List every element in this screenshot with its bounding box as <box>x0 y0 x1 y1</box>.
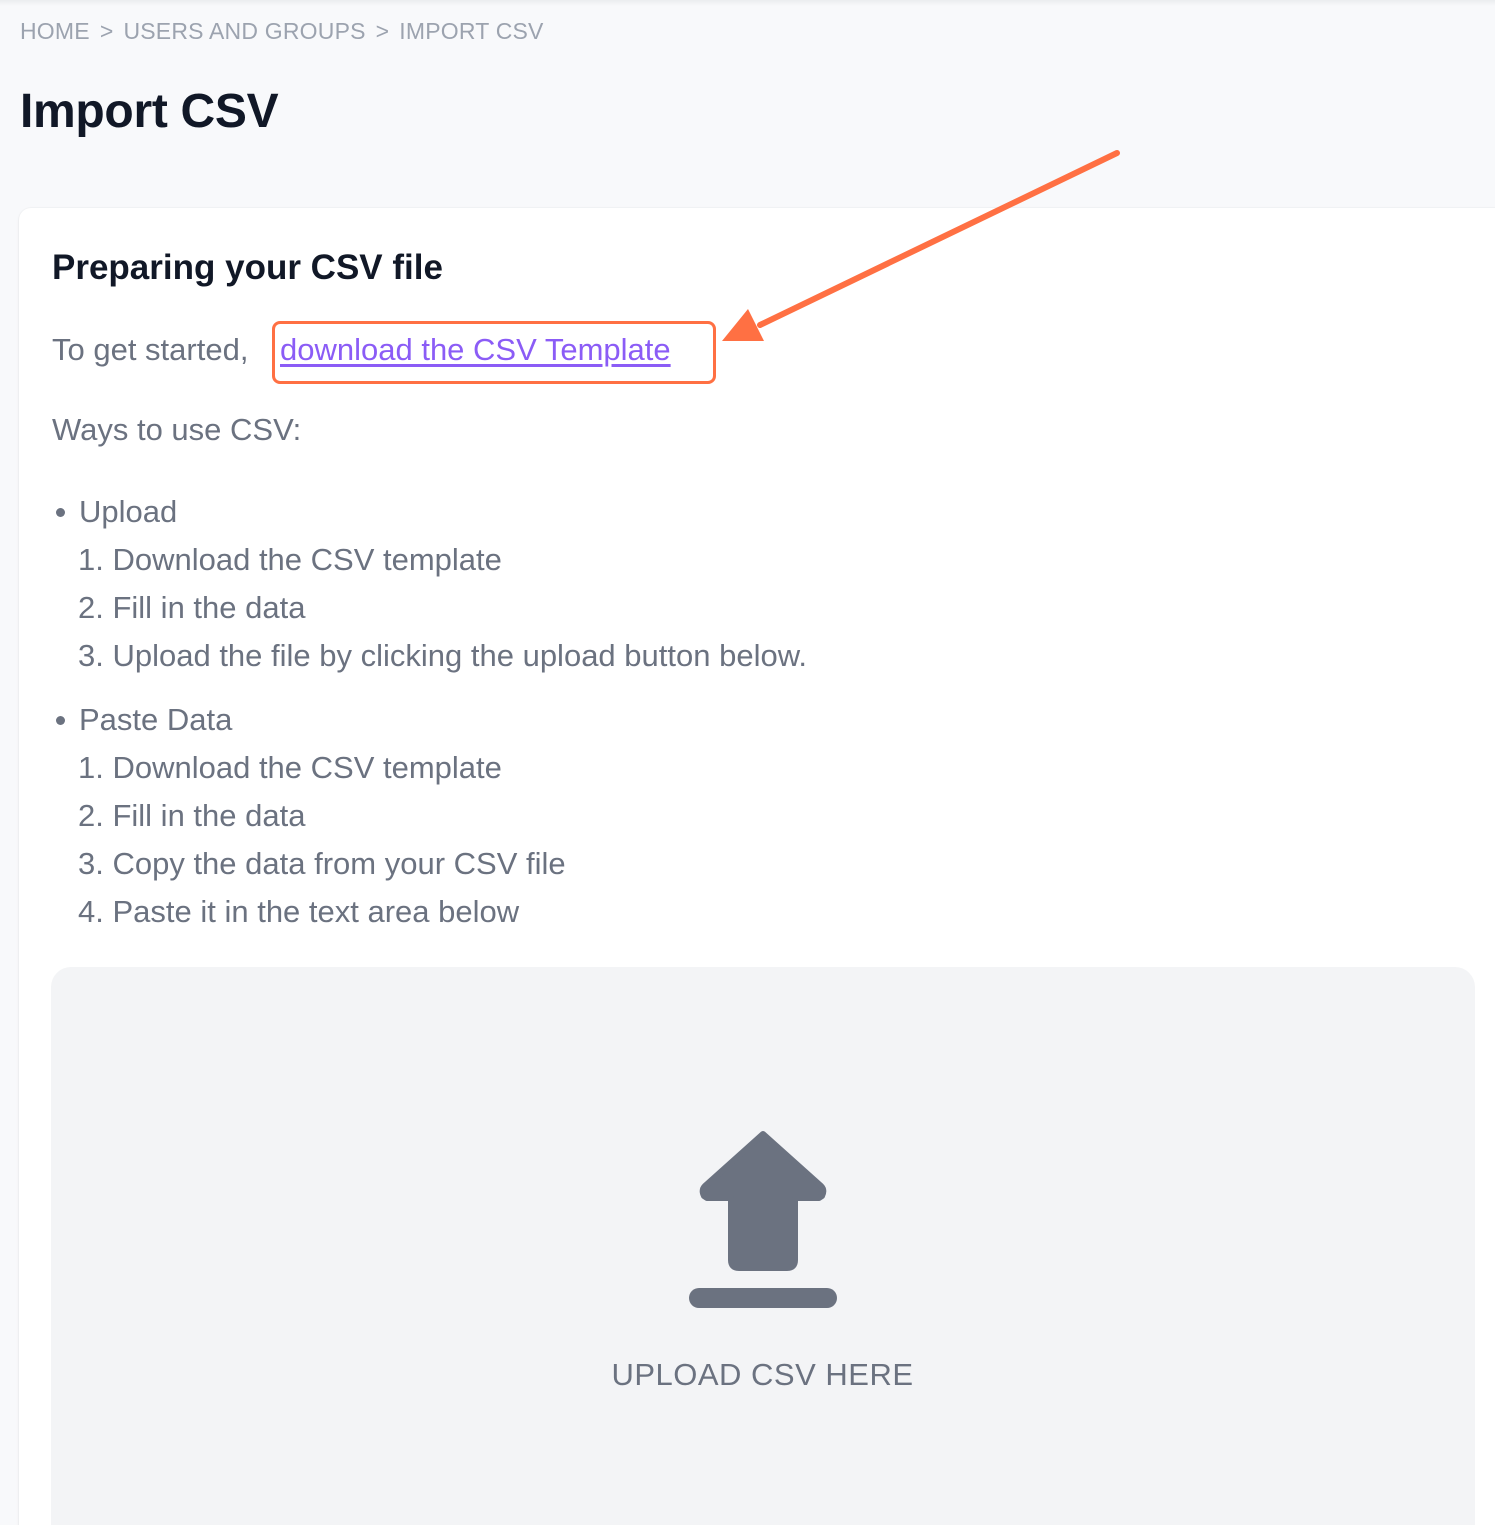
bullet-icon <box>56 507 65 517</box>
list-item: 1. Download the CSV template <box>78 750 502 785</box>
breadcrumb-item-import-csv: IMPORT CSV <box>399 18 544 44</box>
breadcrumb-separator: > <box>99 18 114 44</box>
list-item: 3. Upload the file by clicking the uploa… <box>78 638 807 673</box>
method-paste-data: Paste Data 1. Download the CSV template … <box>52 696 566 936</box>
list-item: 4. Paste it in the text area below <box>78 894 520 929</box>
method-bullet: Upload <box>52 488 807 536</box>
list-item: 1. Download the CSV template <box>78 542 502 577</box>
method-bullet: Paste Data <box>52 696 566 744</box>
steps-list: 1. Download the CSV template 2. Fill in … <box>52 744 566 936</box>
annotation-highlight-box <box>272 321 716 384</box>
page: HOME > USERS AND GROUPS > IMPORT CSV Imp… <box>0 0 1495 1525</box>
list-item: 2. Fill in the data <box>78 590 306 625</box>
breadcrumb-item-home[interactable]: HOME <box>20 18 90 45</box>
breadcrumb-item-users-and-groups[interactable]: USERS AND GROUPS <box>123 18 365 45</box>
method-label: Paste Data <box>79 702 233 737</box>
steps-list: 1. Download the CSV template 2. Fill in … <box>52 536 807 680</box>
page-title: Import CSV <box>20 85 279 138</box>
bullet-icon <box>56 715 65 725</box>
breadcrumb-separator: > <box>375 18 390 44</box>
upload-icon <box>689 1131 837 1308</box>
ways-label: Ways to use CSV: <box>52 412 302 447</box>
method-upload: Upload 1. Download the CSV template 2. F… <box>52 488 807 680</box>
upload-label: UPLOAD CSV HERE <box>611 1357 914 1392</box>
breadcrumb: HOME > USERS AND GROUPS > IMPORT CSV <box>20 18 544 45</box>
list-item: 3. Copy the data from your CSV file <box>78 846 566 881</box>
header-shadow <box>0 0 1495 6</box>
list-item: 2. Fill in the data <box>78 798 306 833</box>
method-label: Upload <box>79 494 178 529</box>
card-title: Preparing your CSV file <box>52 248 443 287</box>
intro-text: To get started, <box>52 332 249 367</box>
